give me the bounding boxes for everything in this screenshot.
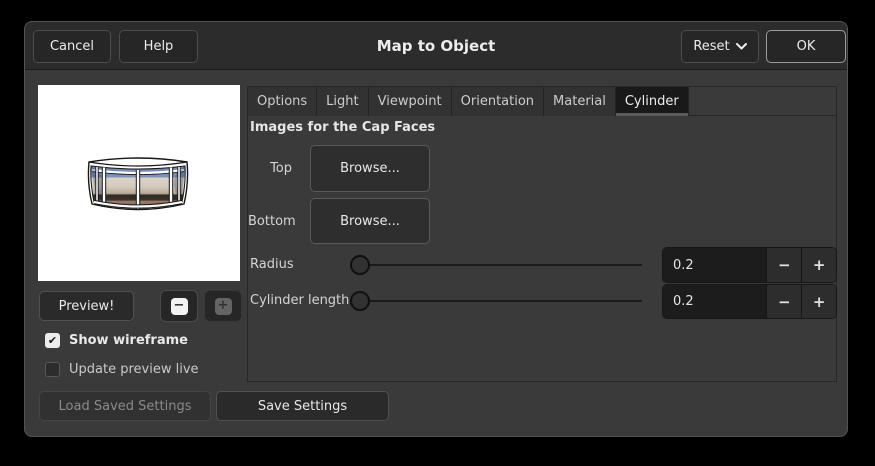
tab-options[interactable]: Options xyxy=(248,87,318,116)
reset-button[interactable]: Reset xyxy=(681,30,759,63)
radius-decrement-button[interactable]: − xyxy=(766,248,802,282)
radius-label: Radius xyxy=(250,257,294,272)
minus-button[interactable]: − xyxy=(766,285,802,318)
load-saved-settings-label: Load Saved Settings xyxy=(58,398,192,414)
minus-icon: − xyxy=(778,256,791,274)
radius-increment-button[interactable]: + xyxy=(801,248,836,282)
settings-notebook: Options Light Viewpoint Orientation Mate… xyxy=(247,86,837,382)
cancel-button[interactable]: Cancel xyxy=(33,30,111,63)
browse-bottom-label: Browse... xyxy=(340,213,400,229)
browse-top-label: Browse... xyxy=(340,161,400,176)
radius-slider-thumb[interactable] xyxy=(350,255,370,275)
preview-canvas[interactable] xyxy=(38,85,240,281)
tab-material[interactable]: Material xyxy=(544,87,616,116)
ok-button[interactable]: OK xyxy=(766,30,846,63)
header-bar: Cancel Help Map to Object Reset OK xyxy=(25,22,847,70)
preview-button-label: Preview! xyxy=(58,298,115,314)
update-preview-live-checkbox[interactable]: Update preview live xyxy=(45,361,199,378)
tab-light[interactable]: Light xyxy=(317,87,369,116)
minus-icon: − xyxy=(778,292,791,311)
help-button-label: Help xyxy=(143,39,174,54)
tab-cylinder[interactable]: Cylinder xyxy=(615,87,689,116)
preview-button[interactable]: Preview! xyxy=(39,291,134,321)
help-button[interactable]: Help xyxy=(119,30,198,63)
zoom-out-button[interactable]: − xyxy=(160,290,198,322)
cylinder-length-slider-thumb[interactable] xyxy=(350,291,370,311)
section-title: Images for the Cap Faces xyxy=(250,120,436,135)
tab-viewpoint[interactable]: Viewpoint xyxy=(368,87,452,116)
zoom-out-icon: − xyxy=(170,297,188,315)
chevron-down-icon xyxy=(735,43,747,50)
save-settings-button[interactable]: Save Settings xyxy=(216,391,389,421)
zoom-in-button: + xyxy=(204,290,242,322)
checkbox-checked-icon[interactable]: ✔ xyxy=(45,333,60,348)
radius-slider-track[interactable] xyxy=(352,264,642,266)
bottom-label: Bottom xyxy=(248,214,296,229)
update-preview-live-label: Update preview live xyxy=(69,362,199,377)
plus-button[interactable]: + xyxy=(801,285,836,318)
checkbox-unchecked-icon[interactable] xyxy=(45,362,60,377)
reset-button-label: Reset xyxy=(693,39,730,54)
ok-button-label: OK xyxy=(796,39,816,54)
radius-value-input[interactable]: 0.2 xyxy=(663,248,767,282)
tab-bar: Options Light Viewpoint Orientation Mate… xyxy=(248,87,836,116)
plus-icon: + xyxy=(812,256,826,274)
save-settings-label: Save Settings xyxy=(257,398,348,414)
browse-top-button[interactable]: Browse... xyxy=(310,145,430,192)
cylinder-length-slider-track[interactable] xyxy=(352,300,642,302)
show-wireframe-checkbox[interactable]: ✔ Show wireframe xyxy=(45,332,188,349)
radius-spin-group: 0.2 − + xyxy=(662,247,837,283)
top-label: Top xyxy=(270,161,292,176)
browse-bottom-button[interactable]: Browse... xyxy=(310,198,430,244)
cylinder-length-spin-group: 0.2 − + xyxy=(662,284,837,319)
tab-orientation[interactable]: Orientation xyxy=(451,87,545,116)
load-saved-settings-button: Load Saved Settings xyxy=(39,391,211,421)
cylinder-preview-image xyxy=(87,157,189,211)
zoom-in-icon: + xyxy=(214,297,232,315)
plus-icon: + xyxy=(812,292,826,311)
map-to-object-dialog: Cancel Help Map to Object Reset OK Previ… xyxy=(24,21,848,437)
show-wireframe-label: Show wireframe xyxy=(69,333,188,348)
cylinder-length-label: Cylinder length xyxy=(250,293,350,308)
cylinder-length-value-input[interactable]: 0.2 xyxy=(663,285,767,318)
cancel-button-label: Cancel xyxy=(49,39,95,54)
